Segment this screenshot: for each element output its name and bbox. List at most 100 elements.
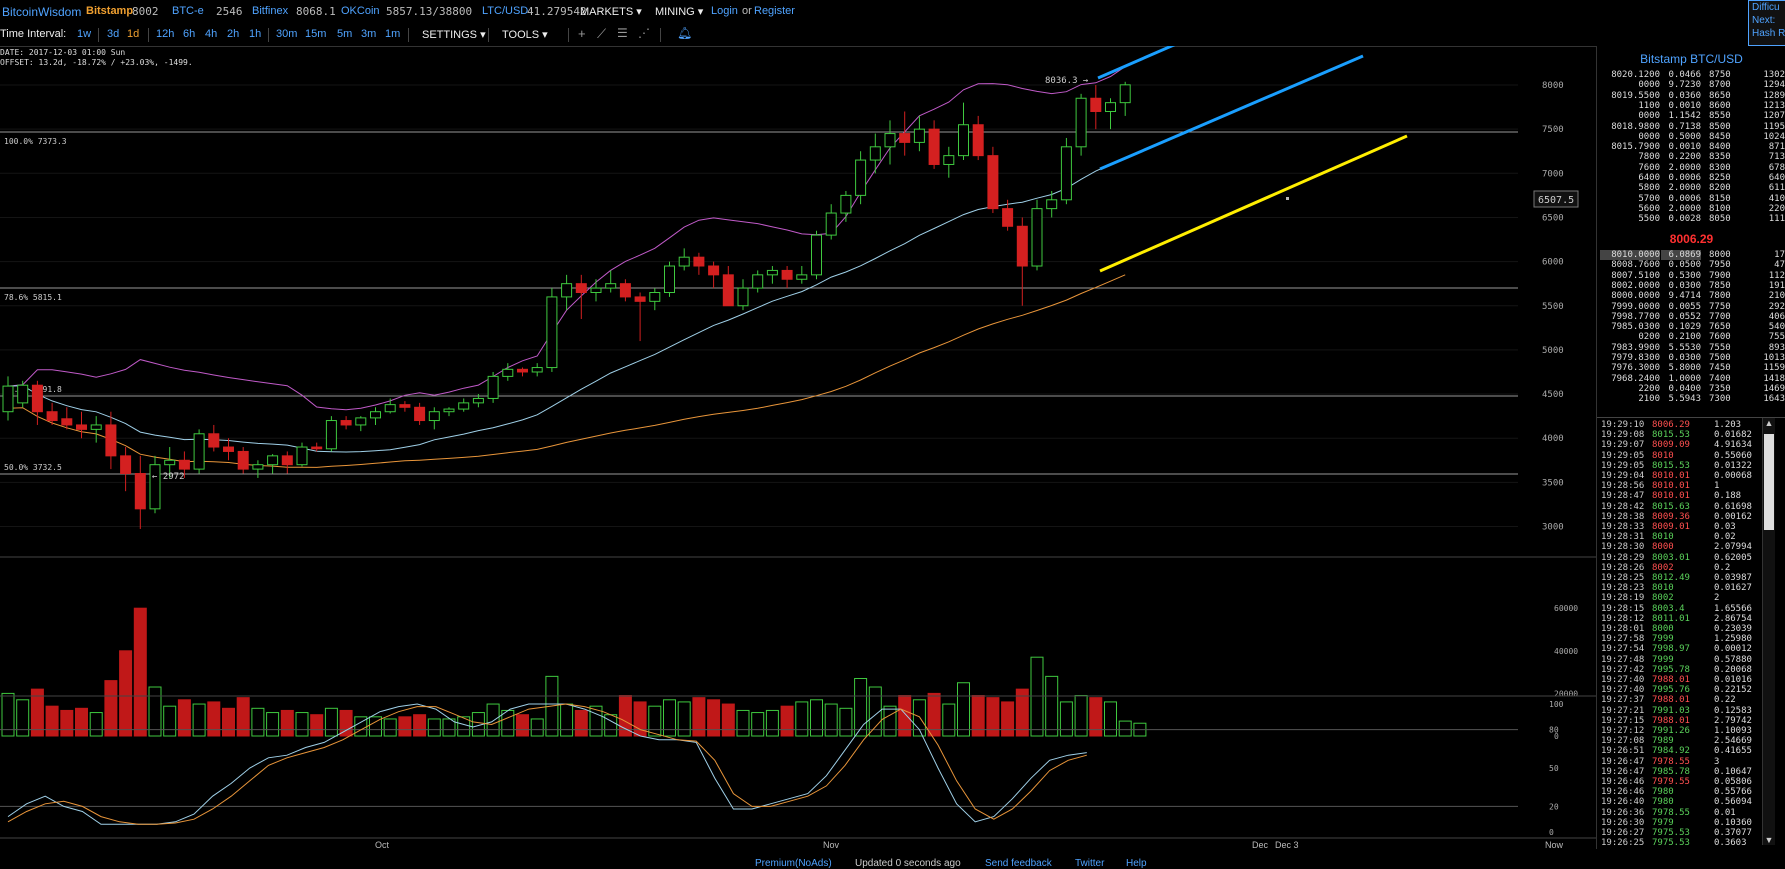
interval-3d[interactable]: 3d xyxy=(107,28,119,40)
orderbook-row[interactable]: 7979.8300 0.0300 7500 1013 xyxy=(1597,353,1785,363)
orderbook-row[interactable]: 2200 0.0400 7350 1469 xyxy=(1597,384,1785,394)
orderbook-cell: 210 xyxy=(1768,291,1785,302)
orderbook-row[interactable]: 8007.5100 0.5300 7900 112 xyxy=(1597,271,1785,281)
orderbook-row[interactable]: 5500 0.0028 8050 111 xyxy=(1597,214,1785,224)
interval-1d[interactable]: 1d xyxy=(127,28,139,40)
volume-bar xyxy=(133,607,147,737)
orderbook-row[interactable]: 0000 9.7230 8700 1294 xyxy=(1597,80,1785,90)
cursor-price: 6507.5 xyxy=(1538,195,1574,206)
horizontal-lines-icon[interactable]: ☰ xyxy=(617,26,628,40)
trade-time: 19:26:47 xyxy=(1601,766,1645,777)
volume-bar xyxy=(516,714,529,737)
trendline-yellow[interactable] xyxy=(1099,134,1408,273)
orderbook-row[interactable]: 8015.7900 0.0010 8400 871 xyxy=(1597,142,1785,152)
orderbook-row[interactable]: 7976.3000 5.8000 7450 1159 xyxy=(1597,363,1785,373)
scroll-down-icon[interactable]: ▼ xyxy=(1763,835,1775,845)
orderbook-row[interactable]: 5600 2.0000 8100 220 xyxy=(1597,204,1785,214)
time-axis: Oct Nov Dec Dec 3 Now xyxy=(375,840,1564,849)
ticker-btce-label[interactable]: BTC-e xyxy=(172,5,204,17)
interval-6h[interactable]: 6h xyxy=(183,28,195,40)
twitter-link[interactable]: Twitter xyxy=(1075,858,1104,869)
orderbook-row[interactable]: 8018.9800 0.7138 8500 1195 xyxy=(1597,122,1785,132)
candle xyxy=(766,266,778,284)
scroll-up-icon[interactable]: ▲ xyxy=(1763,418,1775,428)
settings-menu[interactable]: SETTINGS ▾ xyxy=(422,28,486,41)
volume-bar xyxy=(574,709,588,737)
send-feedback-link[interactable]: Send feedback xyxy=(985,858,1052,869)
orderbook-row[interactable]: 5700 0.0006 8150 410 xyxy=(1597,194,1785,204)
orderbook-row[interactable]: 7999.0000 0.0055 7750 292 xyxy=(1597,302,1785,312)
register-link[interactable]: Register xyxy=(754,5,795,17)
trendline-blue-upper[interactable] xyxy=(1097,46,1268,80)
premium-link[interactable]: Premium(NoAds) xyxy=(755,858,832,869)
interval-4h[interactable]: 4h xyxy=(205,28,217,40)
tools-menu[interactable]: TOOLS ▾ xyxy=(502,28,548,41)
candle-body xyxy=(223,446,234,452)
orderbook-row[interactable]: 5800 2.0000 8200 611 xyxy=(1597,183,1785,193)
volume-bar xyxy=(60,709,74,737)
scrollbar-thumb[interactable] xyxy=(1764,434,1774,530)
orderbook-row[interactable]: 7985.0300 0.1029 7650 540 xyxy=(1597,322,1785,332)
orderbook-row[interactable]: 7800 0.2200 8350 713 xyxy=(1597,152,1785,162)
trade-price: 8003.4 xyxy=(1652,603,1685,614)
candle xyxy=(737,279,749,311)
trade-row: 19:27:37 7988.01 0.22 xyxy=(1597,695,1785,705)
orderbook-row[interactable]: 8000.0000 9.4714 7800 210 xyxy=(1597,291,1785,301)
candle-body xyxy=(296,446,308,466)
trades-scrollbar[interactable]: ▲ ▼ xyxy=(1762,418,1775,845)
orderbook-row[interactable]: 8019.5500 0.0360 8650 1289 xyxy=(1597,91,1785,101)
orderbook-row[interactable]: 7600 2.0000 8300 678 xyxy=(1597,163,1785,173)
ticker-bitstamp-label[interactable]: Bitstamp xyxy=(86,5,133,17)
orderbook-row[interactable]: 6400 0.0006 8250 640 xyxy=(1597,173,1785,183)
orderbook-row[interactable]: 8008.7600 0.0500 7950 47 xyxy=(1597,260,1785,270)
crosshair-icon[interactable]: + xyxy=(578,26,586,41)
orderbook-cell: 0.2100 xyxy=(1668,332,1701,343)
orderbook-cell: 8750 xyxy=(1709,70,1731,80)
orderbook-cell: 0.0300 xyxy=(1668,353,1701,363)
orderbook-row[interactable]: 8002.0000 0.0300 7850 191 xyxy=(1597,281,1785,291)
price-chart[interactable]: 100.0% 7373.3 78.6% 5815.1 61.8% 4591.8 … xyxy=(0,46,1596,849)
trendline-icon[interactable]: ⟋ xyxy=(597,26,606,42)
orderbook-row[interactable]: 0000 0.5000 8450 1024 xyxy=(1597,132,1785,142)
help-link[interactable]: Help xyxy=(1126,858,1147,869)
interval-1m[interactable]: 1m xyxy=(385,28,400,40)
trade-row: 19:28:19 8002 2 xyxy=(1597,593,1785,603)
markets-menu[interactable]: MARKETS ▾ xyxy=(580,5,642,18)
trade-amount: 0.12583 xyxy=(1714,705,1752,716)
interval-1w[interactable]: 1w xyxy=(77,28,91,40)
orderbook-row[interactable]: 2100 5.5943 7300 1643 xyxy=(1597,394,1785,404)
interval-5m[interactable]: 5m xyxy=(337,28,352,40)
mining-menu[interactable]: MINING ▾ xyxy=(655,5,703,18)
orderbook-row[interactable]: 8010.0000 6.0869 8000 17 xyxy=(1597,250,1785,260)
volume-bar xyxy=(16,699,30,737)
orderbook-row[interactable]: 1100 0.0010 8600 1213 xyxy=(1597,101,1785,111)
candle-body xyxy=(634,296,646,302)
interval-1h[interactable]: 1h xyxy=(249,28,261,40)
interval-3m[interactable]: 3m xyxy=(361,28,376,40)
orderbook-row[interactable]: 7983.9900 5.5530 7550 893 xyxy=(1597,343,1785,353)
orderbook-cell: 5600 xyxy=(1638,203,1660,214)
trendline-blue-lower[interactable] xyxy=(1099,54,1364,171)
trade-amount: 2.86754 xyxy=(1714,613,1752,624)
ticker-okcoin-label[interactable]: OKCoin xyxy=(341,5,380,17)
orderbook-row[interactable]: 8020.1200 0.0466 8750 1302 xyxy=(1597,70,1785,80)
orderbook-row[interactable]: 7998.7700 0.0552 7700 406 xyxy=(1597,312,1785,322)
ticker-ltc-label[interactable]: LTC/USD xyxy=(482,5,528,17)
orderbook-row[interactable]: 0000 1.1542 8550 1207 xyxy=(1597,111,1785,121)
ticker-bitfinex-label[interactable]: Bitfinex xyxy=(252,5,288,17)
orderbook-row[interactable]: 0200 0.2100 7600 755 xyxy=(1597,332,1785,342)
difficulty-panel[interactable]: Difficu Next: Hash R xyxy=(1748,0,1785,46)
interval-15m[interactable]: 15m xyxy=(305,28,326,40)
bell-icon[interactable]: 🔔︎ xyxy=(677,26,692,40)
trade-time: 19:27:21 xyxy=(1601,705,1645,716)
interval-12h[interactable]: 12h xyxy=(156,28,174,40)
site-logo[interactable]: BitcoinWisdom xyxy=(2,5,81,19)
trend-lines[interactable] xyxy=(1097,46,1408,273)
login-link[interactable]: Login xyxy=(711,5,738,17)
volume-bar xyxy=(677,701,691,737)
interval-2h[interactable]: 2h xyxy=(227,28,239,40)
fibonacci-icon[interactable]: ⋰ xyxy=(638,26,650,40)
orderbook-row[interactable]: 7968.2400 1.0000 7400 1418 xyxy=(1597,374,1785,384)
interval-30m[interactable]: 30m xyxy=(276,28,297,40)
trade-time: 19:26:30 xyxy=(1601,817,1645,828)
